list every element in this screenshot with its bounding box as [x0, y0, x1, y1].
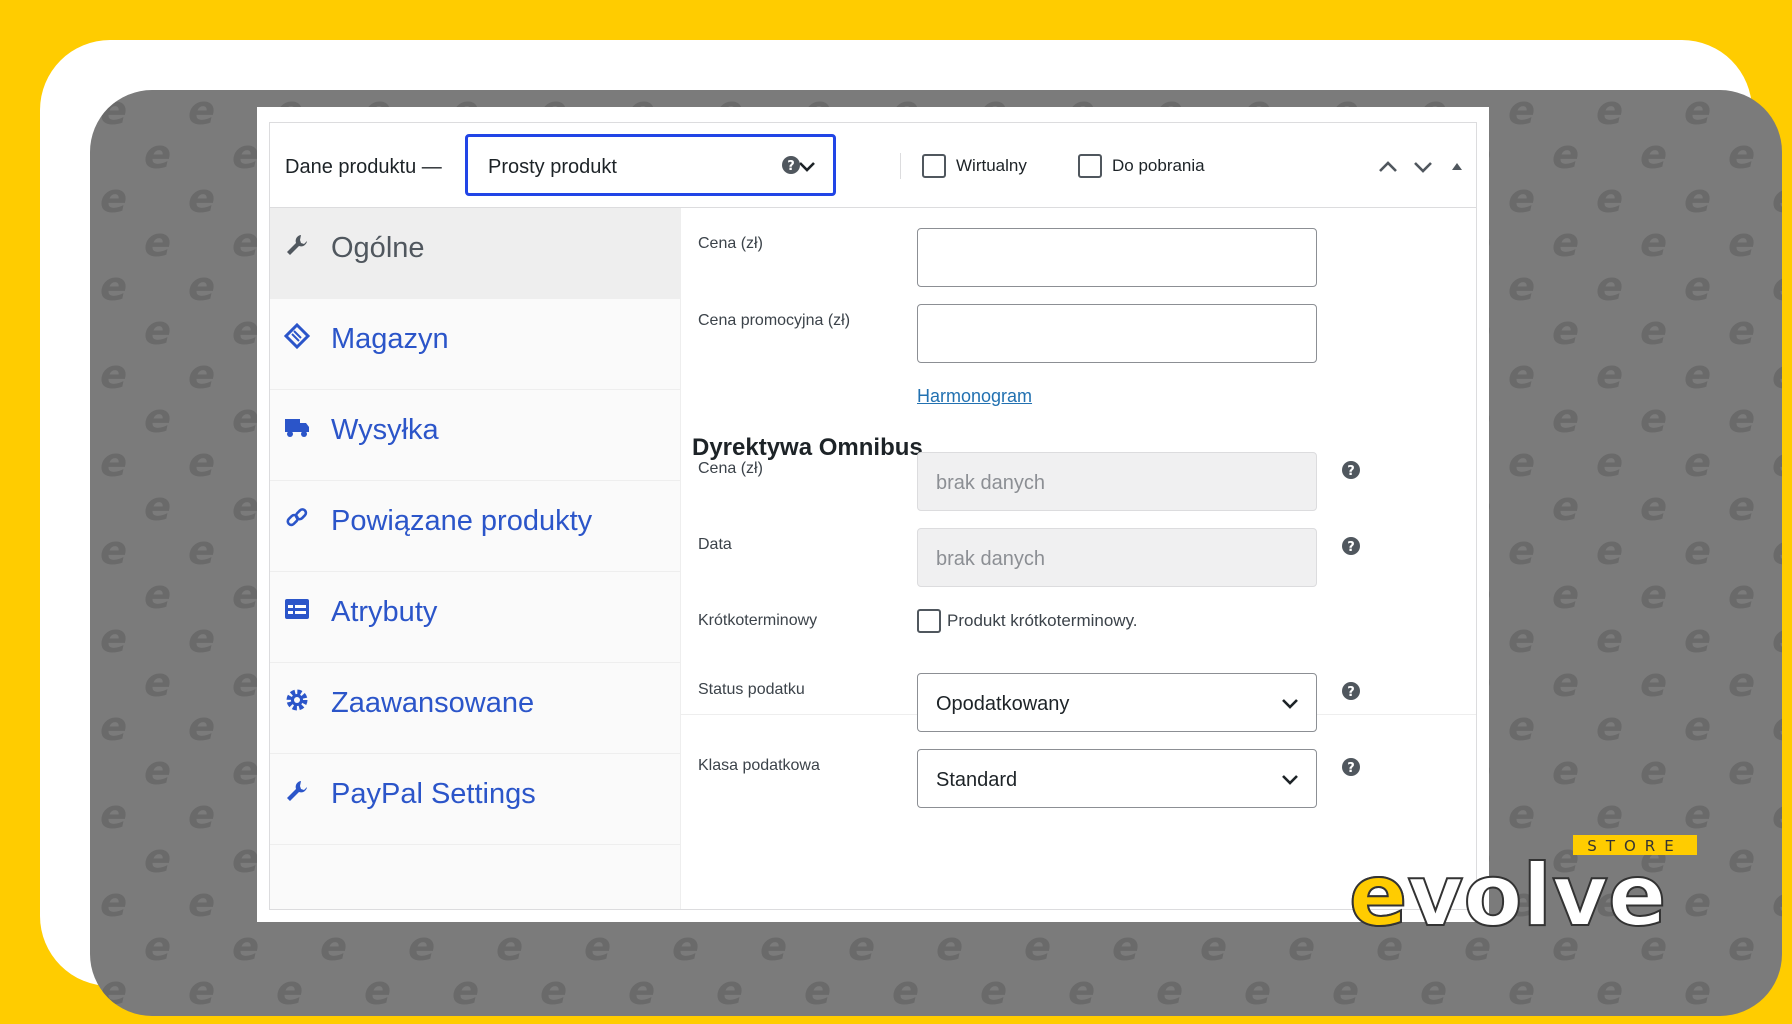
schedule-link[interactable]: Harmonogram — [917, 386, 1032, 407]
evolve-store-logo: STORE evolve e — [1348, 835, 1697, 935]
tab-label: Magazyn — [331, 323, 449, 355]
product-data-title: Dane produktu — — [285, 156, 442, 178]
product-data-box: Dane produktu — Prosty produkt ? Wirtual… — [269, 122, 1477, 910]
chevron-down-icon — [1282, 699, 1298, 709]
downloadable-checkbox[interactable] — [1078, 154, 1102, 178]
svg-text:?: ? — [1347, 464, 1355, 479]
omnibus-title: Dyrektywa Omnibus — [692, 434, 923, 461]
tab-label: Zaawansowane — [331, 687, 535, 719]
gear-icon — [286, 689, 308, 711]
tax-class-label: Klasa podatkowa — [698, 757, 820, 774]
tax-status-select[interactable]: Opodatkowany — [917, 673, 1317, 732]
tab-label: Ogólne — [331, 232, 425, 264]
omnibus-date-field: brak danych — [917, 528, 1317, 587]
help-icon[interactable]: ? — [782, 156, 800, 174]
sale-price-input[interactable] — [917, 304, 1317, 363]
price-label: Cena (zł) — [698, 235, 763, 252]
short-term-label: Krótkoterminowy — [698, 612, 818, 629]
product-data-header: Dane produktu — Prosty produkt ? Wirtual… — [270, 123, 1476, 208]
wrench-icon — [287, 235, 307, 255]
svg-text:?: ? — [1347, 761, 1355, 776]
wrench-icon — [287, 781, 307, 801]
truck-icon — [285, 419, 309, 437]
product-type-value: Prosty produkt — [488, 156, 617, 178]
omnibus-date-label: Data — [698, 536, 732, 553]
list-icon — [285, 599, 309, 619]
short-term-checkbox[interactable] — [917, 609, 941, 633]
product-tabs: Ogólne Magazyn Wysyłka Powiązane produkt… — [270, 208, 681, 909]
tax-class-select[interactable]: Standard — [917, 749, 1317, 808]
tab-label: PayPal Settings — [331, 778, 536, 810]
svg-text:?: ? — [787, 159, 795, 174]
help-icon[interactable]: ? — [1342, 758, 1360, 776]
svg-text:?: ? — [1347, 540, 1355, 555]
help-icon[interactable]: ? — [1342, 461, 1360, 479]
collapse-triangle-icon[interactable] — [1450, 161, 1464, 171]
virtual-label: Wirtualny — [956, 156, 1027, 175]
tab-linked-products[interactable]: Powiązane produkty — [270, 481, 680, 572]
chevron-down-icon — [1282, 775, 1298, 785]
tab-shipping[interactable]: Wysyłka — [270, 390, 680, 481]
tab-general[interactable]: Ogólne — [270, 208, 680, 299]
virtual-checkbox[interactable] — [922, 154, 946, 178]
short-term-checkbox-label: Produkt krótkoterminowy. — [947, 611, 1138, 630]
tab-label: Atrybuty — [331, 596, 438, 628]
tab-paypal-settings[interactable]: PayPal Settings — [270, 754, 680, 845]
chevron-down-icon — [799, 162, 815, 172]
chevron-down-icon[interactable] — [1413, 160, 1433, 174]
omnibus-price-field: brak danych — [917, 452, 1317, 511]
sale-price-label: Cena promocyjna (zł) — [698, 312, 851, 329]
tab-label: Powiązane produkty — [331, 505, 593, 537]
price-input[interactable] — [917, 228, 1317, 287]
chevron-up-icon[interactable] — [1378, 160, 1398, 174]
header-divider — [900, 153, 901, 179]
tab-advanced[interactable]: Zaawansowane — [270, 663, 680, 754]
downloadable-label: Do pobrania — [1112, 156, 1205, 175]
tax-status-label: Status podatku — [698, 681, 805, 698]
omnibus-price-label: Cena (zł) — [698, 460, 763, 477]
tag-icon — [284, 323, 310, 349]
product-data-panel: Dane produktu — Prosty produkt ? Wirtual… — [257, 107, 1489, 922]
tab-label: Wysyłka — [331, 414, 439, 446]
general-fields: Cena (zł) Cena promocyjna (zł) Harmonogr… — [681, 208, 1476, 909]
tab-attributes[interactable]: Atrybuty — [270, 572, 680, 663]
link-icon — [286, 508, 308, 527]
svg-text:e: e — [1349, 846, 1407, 935]
svg-text:?: ? — [1347, 685, 1355, 700]
tab-inventory[interactable]: Magazyn — [270, 299, 680, 390]
help-icon[interactable]: ? — [1342, 537, 1360, 555]
product-type-select[interactable]: Prosty produkt — [465, 134, 836, 196]
help-icon[interactable]: ? — [1342, 682, 1360, 700]
